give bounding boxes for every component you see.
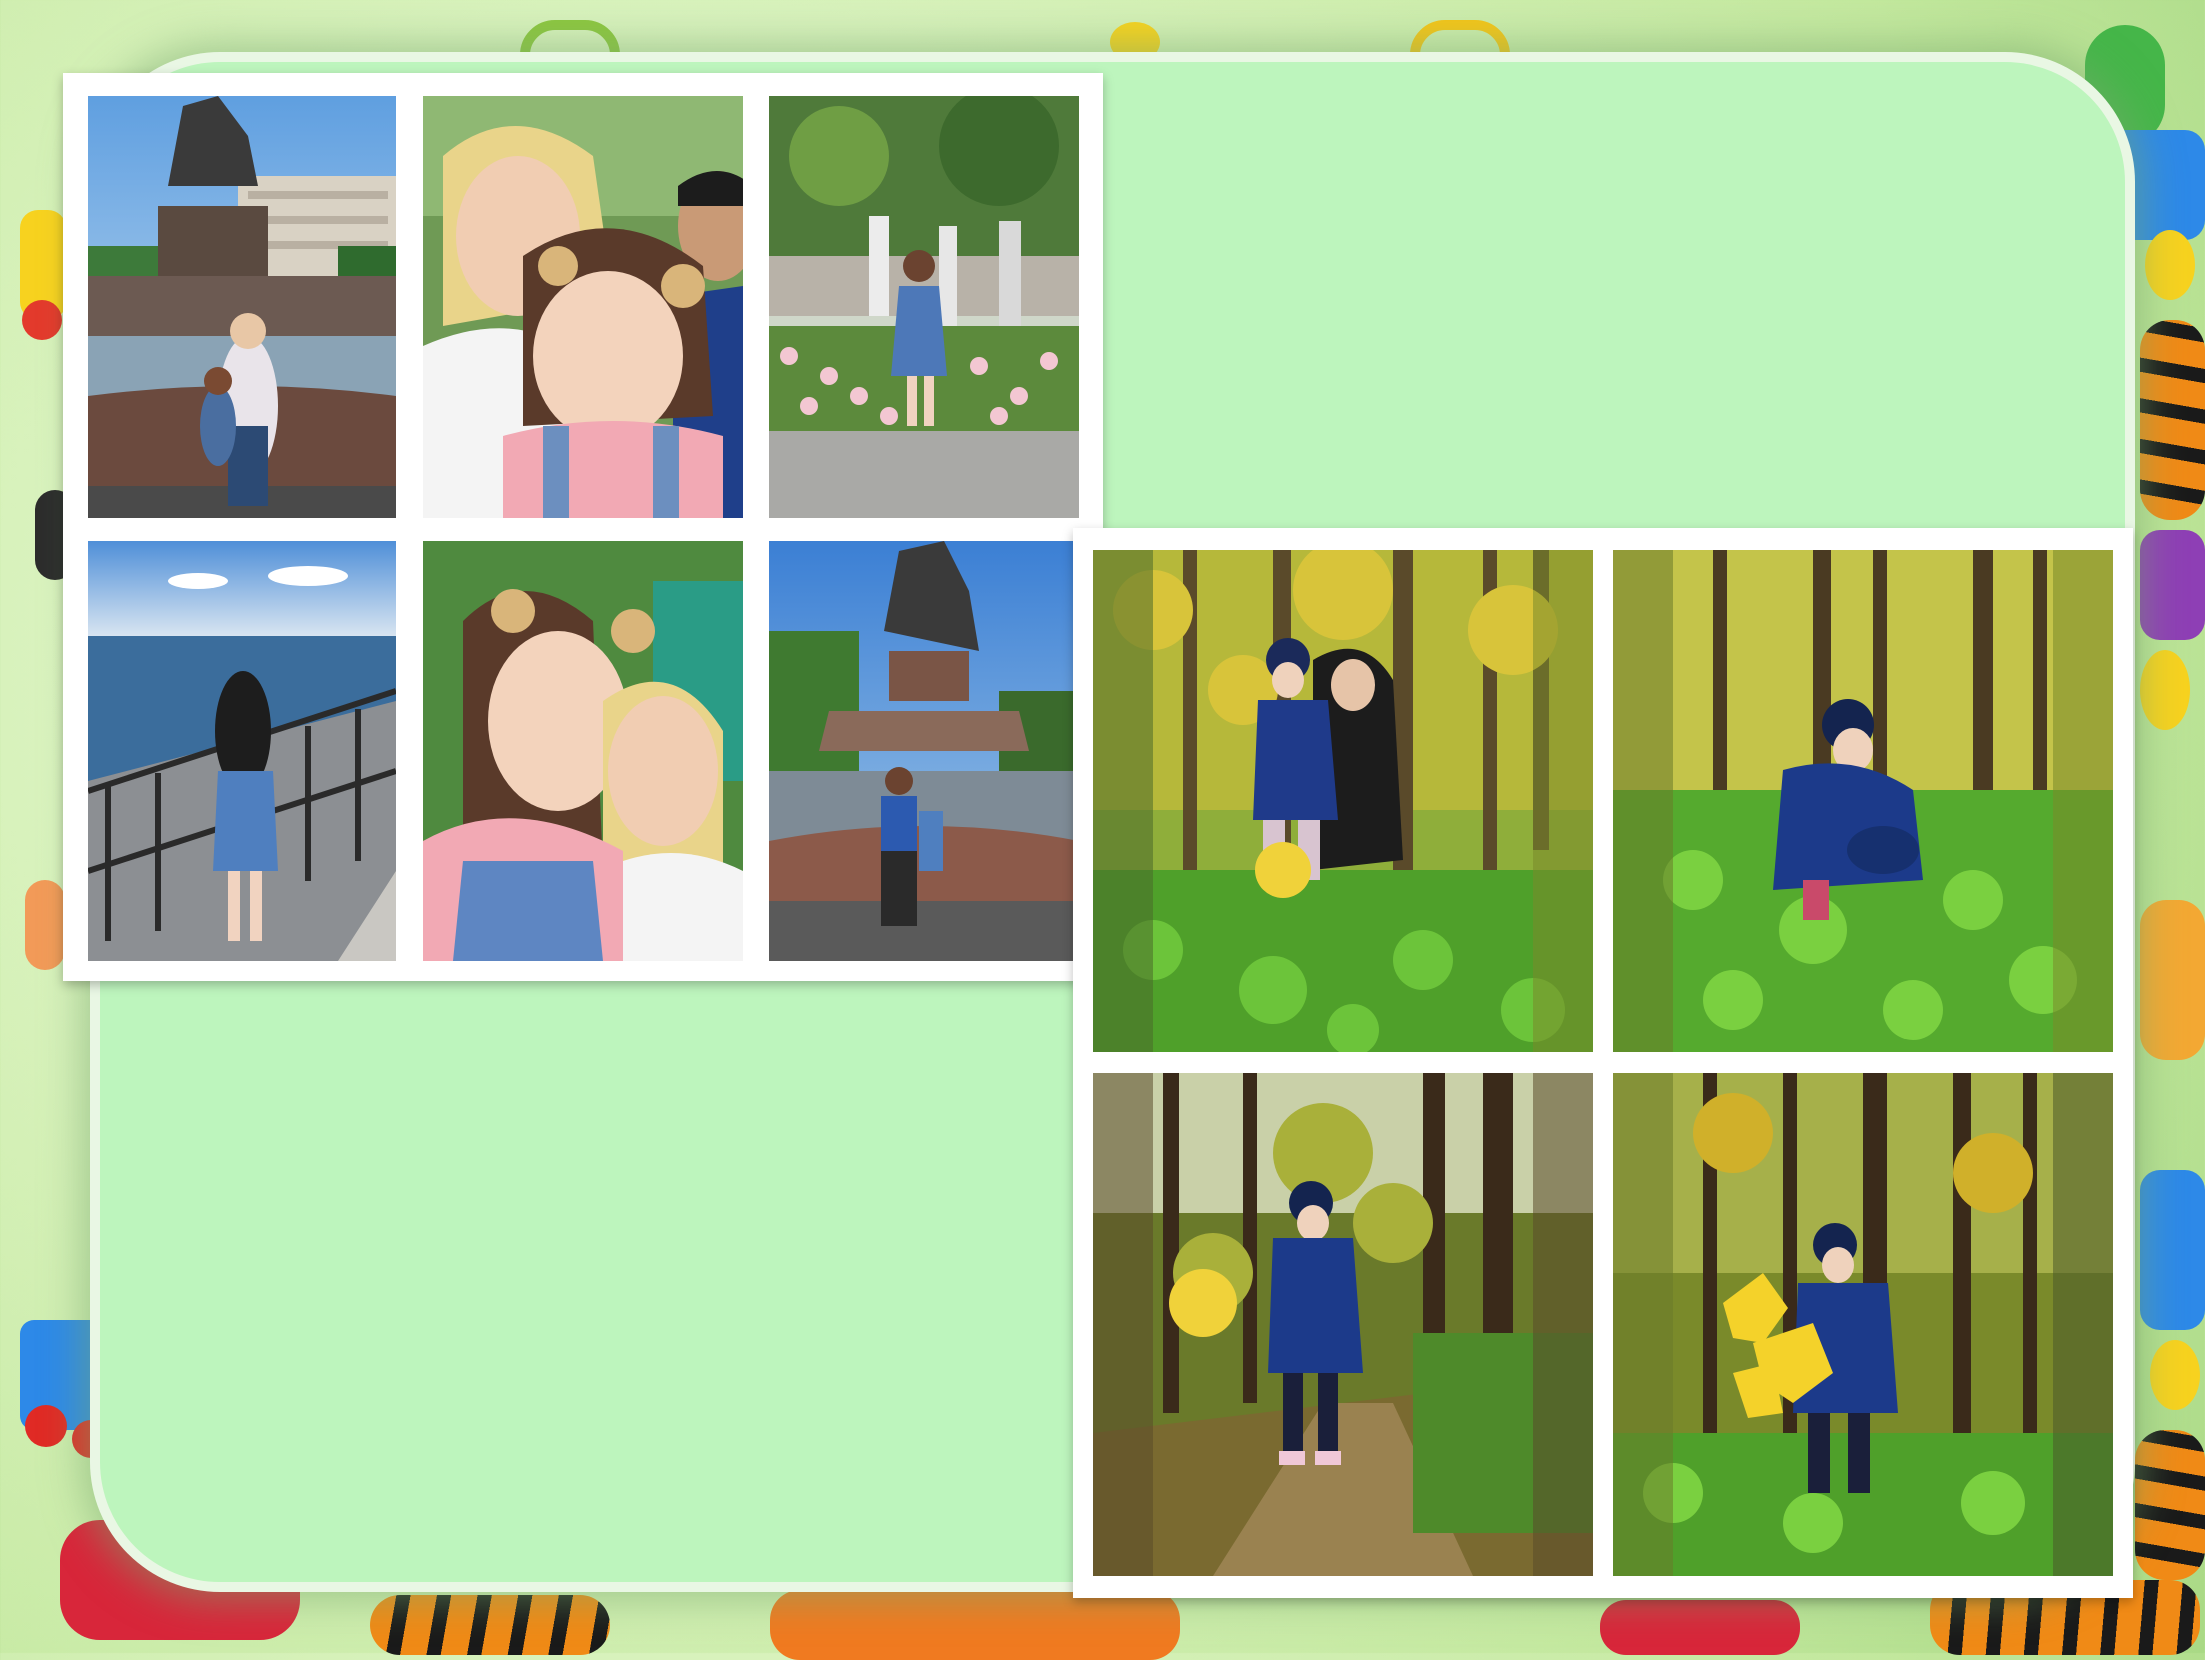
toy-wheel-icon	[22, 300, 62, 340]
toy-truck-icon	[2140, 1170, 2205, 1330]
photo-girl-rose-garden	[769, 96, 1079, 518]
photo-fountain-father-daughter	[769, 541, 1079, 961]
toy-ball-icon	[25, 880, 65, 970]
collage-summer	[63, 73, 1103, 981]
toy-wheel-icon	[25, 1405, 67, 1447]
toy-wheel-icon	[2140, 650, 2190, 730]
photo-forest-girl-path	[1093, 1073, 1593, 1576]
toy-tiger-icon	[370, 1595, 610, 1655]
toy-tiger-icon	[2135, 1430, 2205, 1580]
toy-car-icon	[1600, 1600, 1800, 1655]
collage-autumn	[1073, 528, 2133, 1598]
toy-flower-icon	[1110, 22, 1160, 62]
photo-forest-girl-crouching	[1613, 550, 2113, 1052]
photo-fountain-mother-daughter	[88, 96, 396, 518]
photo-selfie-mother-daughter	[423, 541, 743, 961]
toy-car-icon	[2140, 530, 2205, 640]
toy-clown-icon	[2140, 900, 2205, 1060]
toy-wheel-icon	[2150, 1340, 2200, 1410]
toy-car-icon	[770, 1590, 1180, 1660]
photo-forest-girl-leaves	[1613, 1073, 2113, 1576]
toy-tiger-icon	[2140, 320, 2205, 520]
photo-girl-embankment	[88, 541, 396, 961]
toy-wheel-icon	[2145, 230, 2195, 300]
photo-selfie-family	[423, 96, 743, 518]
photo-forest-mother-daughter	[1093, 550, 1593, 1052]
